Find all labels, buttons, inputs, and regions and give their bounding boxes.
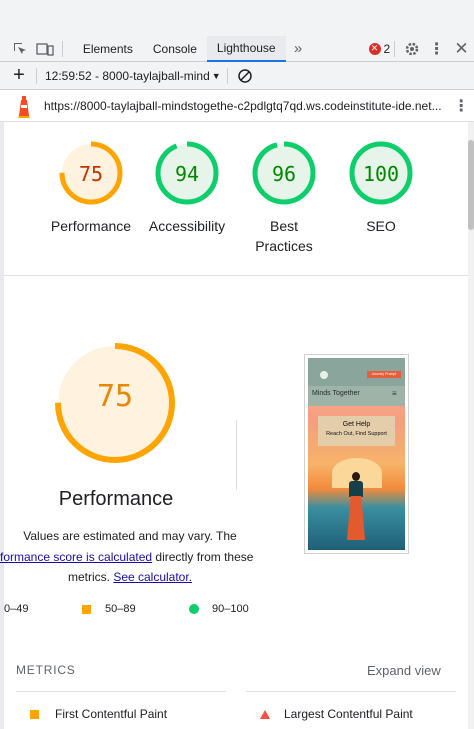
audited-url-bar: https://8000-taylajball-mindstogethe-c2p… [0, 90, 474, 122]
section-divider [4, 275, 472, 276]
label-accessibility: Accessibility [148, 218, 226, 234]
performance-title: Performance [58, 488, 174, 510]
note-line-2: rformance score is calculated directly f… [0, 547, 256, 568]
error-badge[interactable]: ✕ 2 [368, 41, 391, 56]
score-seo: 100 [362, 162, 400, 186]
toolbar-divider-2 [394, 40, 396, 57]
settings-gear-icon[interactable] [399, 36, 424, 62]
screenshot-menu-icon: ≡ [392, 389, 397, 398]
screenshot-figure-top [349, 481, 363, 497]
report-selector[interactable]: 12:59:52 - 8000-taylajball-mind ▼ [45, 69, 223, 83]
note-line-3-text: metrics. [67, 570, 114, 584]
clear-reports-icon[interactable] [232, 63, 258, 89]
metric-largest-contentful-paint: Largest Contentful Paint [260, 707, 413, 721]
close-devtools-icon[interactable]: ✕ [449, 36, 474, 62]
legend-fail-label: 0–49 [4, 603, 29, 615]
label-seo: SEO [366, 218, 396, 234]
metrics-heading: METRICS [16, 663, 76, 677]
legend-average-label: 50–89 [105, 603, 136, 615]
score-calculated-link[interactable]: rformance score is calculated [0, 550, 152, 564]
report-selector-label: 12:59:52 - 8000-taylajball-mind [45, 68, 210, 83]
metric-first-contentful-paint: First Contentful Paint [30, 707, 167, 721]
tab-console[interactable]: Console [143, 36, 207, 62]
screenshot-logo-icon [320, 371, 328, 379]
metric-fcp-label: First Contentful Paint [55, 707, 168, 721]
inspect-element-icon[interactable] [8, 36, 33, 62]
average-square-icon [30, 709, 39, 719]
metric-lcp-label: Largest Contentful Paint [284, 707, 413, 721]
error-count: 2 [383, 41, 391, 56]
legend-pass-circle-icon [189, 604, 199, 614]
report-menu-icon[interactable]: ⋮ [448, 93, 474, 119]
toolbar-divider [61, 40, 63, 57]
report-divider [36, 67, 37, 84]
performance-note: Values are estimated and may vary. The r… [0, 526, 256, 588]
screenshot-figure-head [352, 472, 360, 481]
legend-pass-label: 90–100 [212, 603, 249, 615]
report-scrollbar-thumb[interactable] [468, 140, 474, 230]
score-accessibility: 94 [174, 162, 200, 186]
report-divider-2 [227, 67, 228, 84]
more-tabs-icon[interactable]: » [286, 36, 311, 62]
lighthouse-logo-icon [12, 94, 36, 118]
label-best-line1: Best [269, 218, 298, 234]
screenshot-image: Journey Prompt Minds Together ≡ Get Help… [308, 358, 405, 550]
label-performance: Performance [50, 218, 132, 234]
screenshot-figure-skirt [347, 496, 365, 540]
expand-view-toggle[interactable]: Expand view [367, 663, 441, 678]
new-report-icon[interactable]: + [6, 63, 32, 89]
see-calculator-link[interactable]: See calculator. [113, 570, 192, 584]
vertical-divider [236, 420, 237, 490]
screenshot-brand: Minds Together [312, 390, 360, 397]
legend-average-square-icon [82, 605, 91, 614]
screenshot-hero-line1: Get Help [342, 421, 371, 428]
screenshot-hero-line2: Reach Out, Find Support [326, 431, 387, 437]
fail-triangle-icon [260, 709, 270, 719]
note-line-2-rest: directly from these [152, 549, 254, 564]
lighthouse-report-toolbar: + 12:59:52 - 8000-taylajball-mind ▼ [0, 62, 474, 90]
note-line-3: metrics. See calculator. [4, 567, 256, 588]
lighthouse-report: 75 Performance 94 Accessibility 96 Best … [0, 122, 472, 729]
screenshot-hero-box: Get Help Reach Out, Find Support [318, 416, 395, 446]
score-performance: 75 [78, 162, 104, 186]
kebab-menu-icon[interactable]: ⋮ [424, 36, 449, 62]
metrics-divider-left [16, 691, 226, 692]
error-icon: ✕ [368, 42, 381, 55]
metrics-divider-right [246, 691, 456, 692]
label-best-line2: Practices [255, 238, 313, 254]
tab-elements[interactable]: Elements [73, 36, 143, 62]
label-best-practices: Best Practices [234, 216, 334, 256]
screenshot-nav-button: Journey Prompt [367, 371, 401, 378]
tab-lighthouse[interactable]: Lighthouse [206, 35, 286, 62]
dropdown-arrow-icon: ▼ [211, 70, 221, 81]
page-screenshot-thumbnail[interactable]: Journey Prompt Minds Together ≡ Get Help… [304, 354, 409, 554]
audited-url[interactable]: https://8000-taylajball-mindstogethe-c2p… [44, 99, 446, 113]
device-toolbar-icon[interactable] [33, 36, 58, 62]
score-legend: 0–49 50–89 90–100 [4, 602, 264, 618]
note-line-1: Values are estimated and may vary. The [23, 529, 237, 543]
score-best-practices: 96 [271, 162, 297, 186]
performance-score-large: 75 [96, 379, 134, 414]
devtools-tab-bar: Elements Console Lighthouse » ✕ 2 ⋮ ✕ [0, 35, 474, 62]
